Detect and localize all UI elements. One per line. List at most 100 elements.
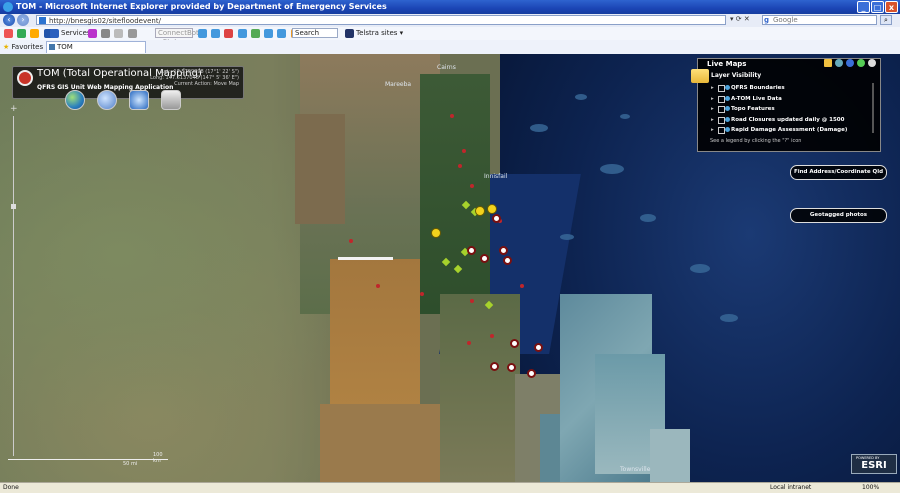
toolbar-icons-mid[interactable] <box>88 28 139 39</box>
zoom-knob[interactable] <box>11 204 16 209</box>
expand-icon[interactable]: ▸ <box>711 104 714 114</box>
map-marker[interactable] <box>458 164 462 168</box>
connectbot-select[interactable]: ConnectBot - Status <box>155 28 199 46</box>
search-input[interactable]: g Google <box>762 15 877 25</box>
damage-marker[interactable] <box>490 362 499 371</box>
toolbar-icons-left[interactable] <box>4 28 55 39</box>
toolbar-search-select[interactable]: Search <box>292 28 338 38</box>
folder-icon[interactable] <box>824 59 832 67</box>
expand-icon[interactable]: ▸ <box>711 115 714 125</box>
help-icon[interactable] <box>846 59 854 67</box>
map-marker[interactable] <box>490 334 494 338</box>
edit-icon[interactable] <box>857 59 865 67</box>
layer-checkbox[interactable] <box>718 95 725 103</box>
map-marker[interactable] <box>462 149 466 153</box>
reef <box>560 234 574 240</box>
favorites-button[interactable]: ★ Favorites <box>3 42 43 52</box>
damage-marker[interactable] <box>492 214 501 223</box>
compass-icon[interactable] <box>97 90 117 110</box>
imagery-tile <box>420 74 490 314</box>
map-marker[interactable] <box>431 228 441 238</box>
map-marker[interactable] <box>450 114 454 118</box>
damage-marker[interactable] <box>467 246 476 255</box>
close-button[interactable]: x <box>885 1 898 13</box>
damage-marker[interactable] <box>499 246 508 255</box>
tab-tom[interactable]: TOM <box>46 41 146 53</box>
toolbar-icons-right[interactable] <box>198 28 302 39</box>
tool-icon[interactable] <box>250 28 260 38</box>
map-marker[interactable] <box>475 206 485 216</box>
layer-visibility-label: Layer Visibility <box>711 72 762 79</box>
damage-marker[interactable] <box>527 369 536 378</box>
search-icon[interactable]: ⌕ <box>880 15 892 25</box>
damage-marker[interactable] <box>534 343 543 352</box>
map-canvas[interactable]: Cairns Innisfail Mareeba Townsville + 10… <box>0 54 900 482</box>
refresh-icon[interactable] <box>835 59 843 67</box>
damage-marker[interactable] <box>480 254 489 263</box>
tool-icon[interactable] <box>224 28 234 38</box>
tool-icon[interactable] <box>277 28 287 38</box>
map-marker[interactable] <box>520 284 524 288</box>
layer-item[interactable]: ▸ Road Closures updated daily @ 1500 <box>711 115 866 126</box>
layer-scrollbar[interactable] <box>872 83 874 133</box>
reef <box>690 264 710 273</box>
tool-icon[interactable] <box>198 28 207 38</box>
forward-button[interactable]: › <box>17 14 29 26</box>
layer-item[interactable]: ▸ Rapid Damage Assessment (Damage) <box>711 125 866 136</box>
map-marker[interactable] <box>420 292 424 296</box>
tab-icon <box>49 44 55 50</box>
back-button[interactable]: ‹ <box>3 14 15 26</box>
layer-item[interactable]: ▸ QFRS Boundaries <box>711 83 866 94</box>
tool-icon[interactable] <box>211 28 221 38</box>
expand-icon[interactable]: ▸ <box>711 125 714 135</box>
place-label-mareeba: Mareeba <box>385 81 412 88</box>
toolbar: Services ConnectBot - Status Search Tels… <box>0 27 900 46</box>
live-maps-icons <box>824 59 876 67</box>
tool-icon[interactable] <box>237 28 247 38</box>
print-icon[interactable] <box>161 90 181 110</box>
maximize-button[interactable]: □ <box>871 1 884 13</box>
find-address-button[interactable]: Find Address/Coordinate Qld <box>790 165 887 180</box>
layer-checkbox[interactable] <box>718 106 725 113</box>
telstra-sites-button[interactable]: Telstra sites ▾ <box>345 28 403 39</box>
map-marker[interactable] <box>487 204 497 214</box>
services-button[interactable]: Services <box>50 28 91 39</box>
expand-icon[interactable]: ▸ <box>711 94 714 104</box>
zoom-slider[interactable]: + <box>10 104 18 464</box>
close-icon[interactable] <box>868 59 876 67</box>
layer-checkbox[interactable] <box>718 116 725 124</box>
status-bar: Done Local intranet 100% <box>0 482 900 493</box>
layers-icon[interactable] <box>129 90 149 110</box>
refresh-stop-icons[interactable]: ▾ ⟳ ✕ <box>730 15 750 23</box>
layer-item[interactable]: ▸ Topo Features <box>711 104 866 115</box>
damage-marker[interactable] <box>510 339 519 348</box>
tool-icon[interactable] <box>17 28 27 38</box>
damage-marker[interactable] <box>503 256 512 265</box>
tool-icon[interactable] <box>264 28 274 38</box>
layer-checkbox[interactable] <box>718 127 725 134</box>
zoom-in-button[interactable]: + <box>10 104 18 114</box>
map-marker[interactable] <box>376 284 380 288</box>
globe-icon[interactable] <box>65 90 85 110</box>
layer-icon <box>725 95 730 101</box>
search-placeholder: Google <box>773 16 798 24</box>
url-input[interactable]: http://bnesgis02/sitefloodevent/ <box>36 15 726 25</box>
expand-icon[interactable]: ▸ <box>711 83 714 93</box>
layer-item[interactable]: ▸ A-TOM Live Data <box>711 94 866 105</box>
tool-icon[interactable] <box>30 28 40 38</box>
map-marker[interactable] <box>349 239 353 243</box>
map-marker[interactable] <box>470 184 474 188</box>
layer-label: Topo Features <box>731 106 775 112</box>
minimize-button[interactable]: _ <box>857 1 870 13</box>
tool-icon[interactable] <box>127 28 137 38</box>
map-marker[interactable] <box>467 341 471 345</box>
map-marker[interactable] <box>470 299 474 303</box>
layer-checkbox[interactable] <box>718 85 725 92</box>
damage-marker[interactable] <box>507 363 516 372</box>
tool-icon[interactable] <box>101 28 111 38</box>
tool-icon[interactable] <box>4 28 13 38</box>
tool-icon[interactable] <box>114 28 124 38</box>
tool-icon[interactable] <box>88 28 97 38</box>
telstra-icon <box>345 28 354 38</box>
geotagged-photos-button[interactable]: Geotagged photos <box>790 208 887 223</box>
